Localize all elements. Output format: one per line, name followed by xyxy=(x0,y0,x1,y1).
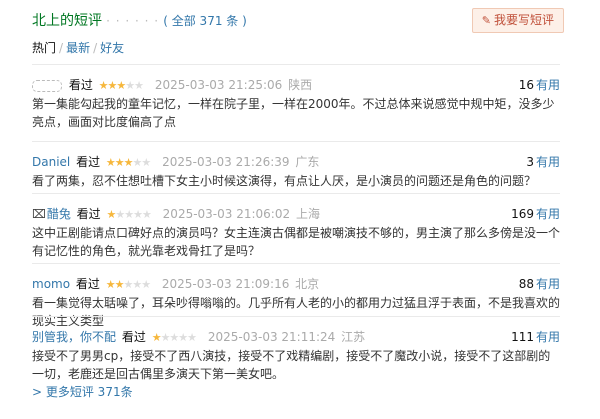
rating-stars-icon: ★★★★★ xyxy=(105,156,151,169)
title-block: 北上的短评 · · · · · · ( 全部 371 条 ) xyxy=(32,10,247,30)
comment-location: 北京 xyxy=(295,277,320,291)
comment-text: 这中正剧能请点口碑好点的演员吗？女主连演古偶都是被嘲演技不够的，男主演了那么多傍… xyxy=(32,226,561,258)
useful-button[interactable]: 有用 xyxy=(536,155,560,169)
user-badge-icon[interactable] xyxy=(32,79,62,92)
comment-meta: ⌧醋兔 看过 ★★★★★ 2025-03-03 21:06:02 上海 169 有… xyxy=(32,205,560,221)
comment-location: 广东 xyxy=(295,155,320,169)
useful-button[interactable]: 有用 xyxy=(536,78,560,92)
comment-meta: 看过 ★★★★★ 2025-03-03 21:25:06 陕西 16 有用 xyxy=(32,76,560,92)
comment-meta: momo 看过 ★★★★★ 2025-03-03 21:09:16 北京 88 有… xyxy=(32,275,560,291)
comment-item: ⌧醋兔 看过 ★★★★★ 2025-03-03 21:06:02 上海 169 有… xyxy=(32,193,560,264)
comment-meta: 别管我，你不配 看过 ★★★★★ 2025-03-03 21:11:24 江苏 … xyxy=(32,328,560,344)
title-dots: · · · · · · xyxy=(106,14,160,28)
comment-time: 2025-03-03 21:06:02 xyxy=(162,207,291,221)
useful-button[interactable]: 有用 xyxy=(536,330,560,344)
comment-text: 看了两集，忍不住想吐槽下女主小时候这演得，有点让人厌，是小演员的问题还是角色的问… xyxy=(32,174,537,188)
tab-separator: / xyxy=(93,41,98,55)
section-title: 北上的短评 xyxy=(32,13,102,29)
comment-user[interactable]: 别管我，你不配 xyxy=(32,330,116,344)
vote-count: 169 xyxy=(511,207,534,221)
comment-meta: Daniel 看过 ★★★★★ 2025-03-03 21:26:39 广东 3… xyxy=(32,153,560,169)
useful-button[interactable]: 有用 xyxy=(536,207,560,221)
sort-tabs: 热门 / 最新 / 好友 xyxy=(32,39,124,56)
useful-votes: 16 有用 xyxy=(519,76,560,93)
comment-item: Daniel 看过 ★★★★★ 2025-03-03 21:26:39 广东 3… xyxy=(32,141,560,190)
write-review-button[interactable]: ✎ 我要写短评 xyxy=(471,8,564,33)
vote-count: 3 xyxy=(526,155,534,169)
write-review-label: 我要写短评 xyxy=(493,13,554,27)
rating-stars-icon: ★★★★★ xyxy=(98,79,144,92)
useful-votes: 88 有用 xyxy=(519,275,560,292)
comment-user[interactable]: 醋兔 xyxy=(47,207,71,221)
comment-time: 2025-03-03 21:25:06 xyxy=(154,78,283,92)
rating-stars-icon: ★★★★★ xyxy=(106,208,152,221)
more-comments-link[interactable]: > 更多短评 371条 xyxy=(32,383,133,400)
short-review-section: 北上的短评 · · · · · · ( 全部 371 条 ) ✎ 我要写短评 热门… xyxy=(32,0,580,399)
comment-item: 别管我，你不配 看过 ★★★★★ 2025-03-03 21:11:24 江苏 … xyxy=(32,316,560,381)
comment-text: 接受不了男男cp，接受不了西八演技，接受不了戏精编剧，接受不了魔改小说，接受不了… xyxy=(32,349,551,381)
all-comments-count-link[interactable]: ( 全部 371 条 ) xyxy=(163,14,247,28)
comment-user[interactable]: momo xyxy=(32,277,70,291)
watched-label: 看过 xyxy=(121,330,146,344)
comment-text: 第一集能勾起我的童年记忆，一样在院子里，一样在2000年。不过总体来说感觉中规中… xyxy=(32,97,555,129)
useful-votes: 111 有用 xyxy=(511,328,560,345)
watched-label: 看过 xyxy=(76,207,101,221)
comment-user[interactable]: Daniel xyxy=(32,155,70,169)
comment-time: 2025-03-03 21:09:16 xyxy=(161,277,290,291)
pencil-icon: ✎ xyxy=(481,14,491,27)
comment-item: momo 看过 ★★★★★ 2025-03-03 21:09:16 北京 88 有… xyxy=(32,263,560,328)
tab-friends[interactable]: 好友 xyxy=(100,41,124,55)
section-header: 北上的短评 · · · · · · ( 全部 371 条 ) ✎ 我要写短评 xyxy=(32,0,580,34)
tab-latest[interactable]: 最新 xyxy=(66,41,90,55)
useful-votes: 169 有用 xyxy=(511,205,560,222)
rating-stars-icon: ★★★★★ xyxy=(151,331,197,344)
vote-count: 111 xyxy=(511,330,534,344)
tab-hot[interactable]: 热门 xyxy=(32,41,56,55)
watched-label: 看过 xyxy=(76,155,101,169)
rating-stars-icon: ★★★★★ xyxy=(105,278,151,291)
tab-separator: / xyxy=(59,41,64,55)
comment-time: 2025-03-03 21:26:39 xyxy=(162,155,290,169)
watched-label: 看过 xyxy=(68,78,93,92)
vote-count: 88 xyxy=(518,277,534,291)
comment-location: 上海 xyxy=(295,207,320,221)
user-avatar-icon[interactable]: ⌧ xyxy=(32,207,46,221)
comment-location: 江苏 xyxy=(341,330,366,344)
comment-time: 2025-03-03 21:11:24 xyxy=(207,330,336,344)
useful-button[interactable]: 有用 xyxy=(536,277,560,291)
vote-count: 16 xyxy=(518,78,534,92)
comment-item: 看过 ★★★★★ 2025-03-03 21:25:06 陕西 16 有用 第一集… xyxy=(32,64,560,132)
useful-votes: 3 有用 xyxy=(526,153,560,170)
comment-location: 陕西 xyxy=(288,78,313,92)
watched-label: 看过 xyxy=(75,277,100,291)
